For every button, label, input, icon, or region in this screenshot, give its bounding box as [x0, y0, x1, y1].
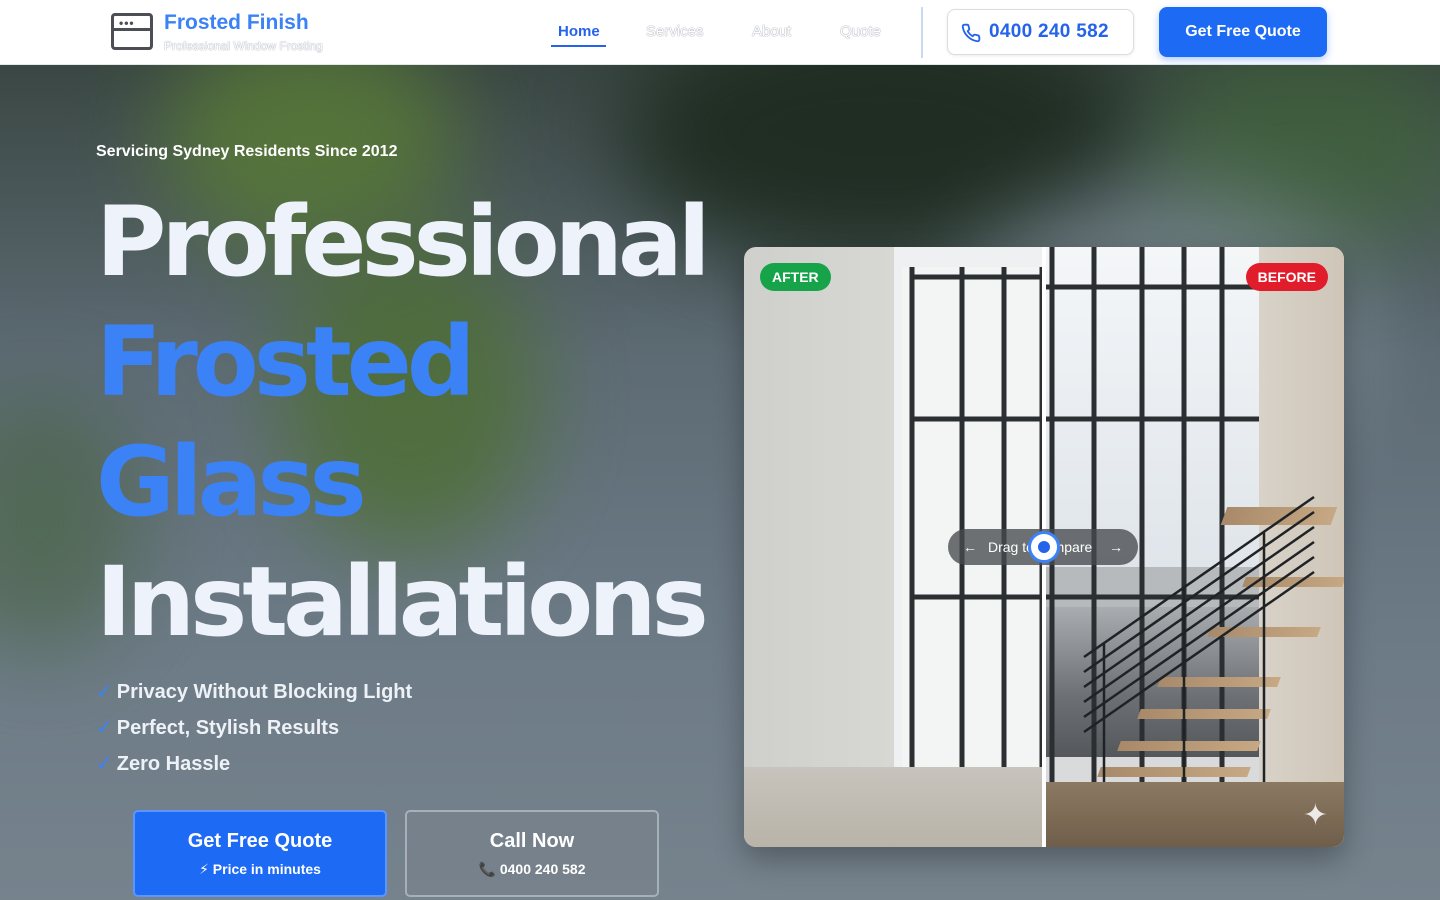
nav-quote[interactable]: Quote — [840, 23, 881, 40]
before-badge: BEFORE — [1245, 263, 1328, 291]
benefit-item: ✓ Perfect, Stylish Results — [96, 717, 340, 739]
headline-line-2: Frosted — [96, 306, 476, 418]
hero-call-now-button[interactable]: Call Now 📞 0400 240 582 — [405, 810, 659, 897]
check-icon: ✓ — [96, 717, 113, 739]
hero-call-now-label: Call Now — [489, 830, 575, 852]
before-after-slider[interactable]: AFTER BEFORE ← Drag to compare → ✦ — [744, 247, 1344, 847]
brand-name[interactable]: Frosted Finish — [164, 11, 309, 35]
headline-line-1: Professional — [96, 186, 711, 298]
phone-number: 0400 240 582 — [989, 21, 1109, 42]
hero-section: Servicing Sydney Residents Since 2012 Pr… — [0, 65, 1440, 900]
arrow-right-icon: → — [1109, 539, 1123, 555]
call-phone-text: 📞 0400 240 582 — [478, 861, 586, 877]
get-free-quote-button[interactable]: Get Free Quote — [1159, 7, 1327, 57]
price-in-minutes-text: ⚡ Price in minutes — [199, 861, 321, 877]
arrow-left-icon: ← — [963, 539, 977, 555]
check-icon: ✓ — [96, 681, 113, 703]
check-icon: ✓ — [96, 753, 113, 775]
navbar: ••• Frosted Finish Professional Window F… — [0, 0, 1440, 65]
benefit-item: ✓ Zero Hassle — [96, 753, 231, 775]
hero-eyebrow: Servicing Sydney Residents Since 2012 — [96, 143, 398, 160]
hero-get-quote-label: Get Free Quote — [187, 830, 333, 852]
sparkle-icon: ✦ — [1302, 799, 1328, 832]
nav-active-underline — [551, 45, 606, 47]
window-logo-icon[interactable]: ••• — [111, 13, 153, 50]
nav-divider — [921, 7, 923, 58]
benefit-item: ✓ Privacy Without Blocking Light — [96, 681, 413, 703]
slider-handle[interactable] — [1028, 531, 1060, 563]
hero-get-quote-button[interactable]: Get Free Quote ⚡ Price in minutes — [133, 810, 387, 897]
after-badge: AFTER — [760, 263, 831, 291]
phone-icon — [961, 23, 981, 43]
brand-tagline: Professional Window Frosting — [164, 39, 323, 53]
headline-line-4: Installations — [96, 546, 709, 658]
headline-line-3: Glass — [96, 426, 367, 538]
nav-services[interactable]: Services — [646, 23, 704, 40]
phone-button[interactable]: 0400 240 582 — [947, 9, 1134, 55]
nav-home[interactable]: Home — [558, 23, 600, 40]
nav-about[interactable]: About — [752, 23, 791, 40]
